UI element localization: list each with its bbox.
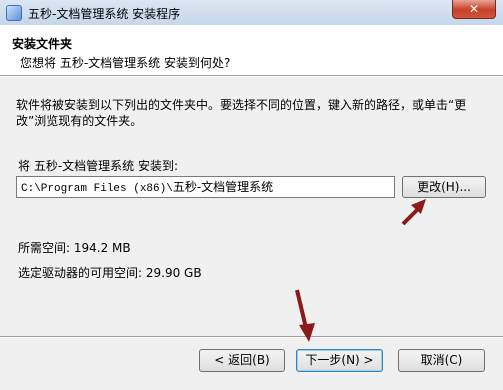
arrow-to-change-button-icon (401, 199, 426, 226)
arrow-to-next-button-icon (295, 289, 315, 342)
annotation-arrows (295, 199, 426, 342)
